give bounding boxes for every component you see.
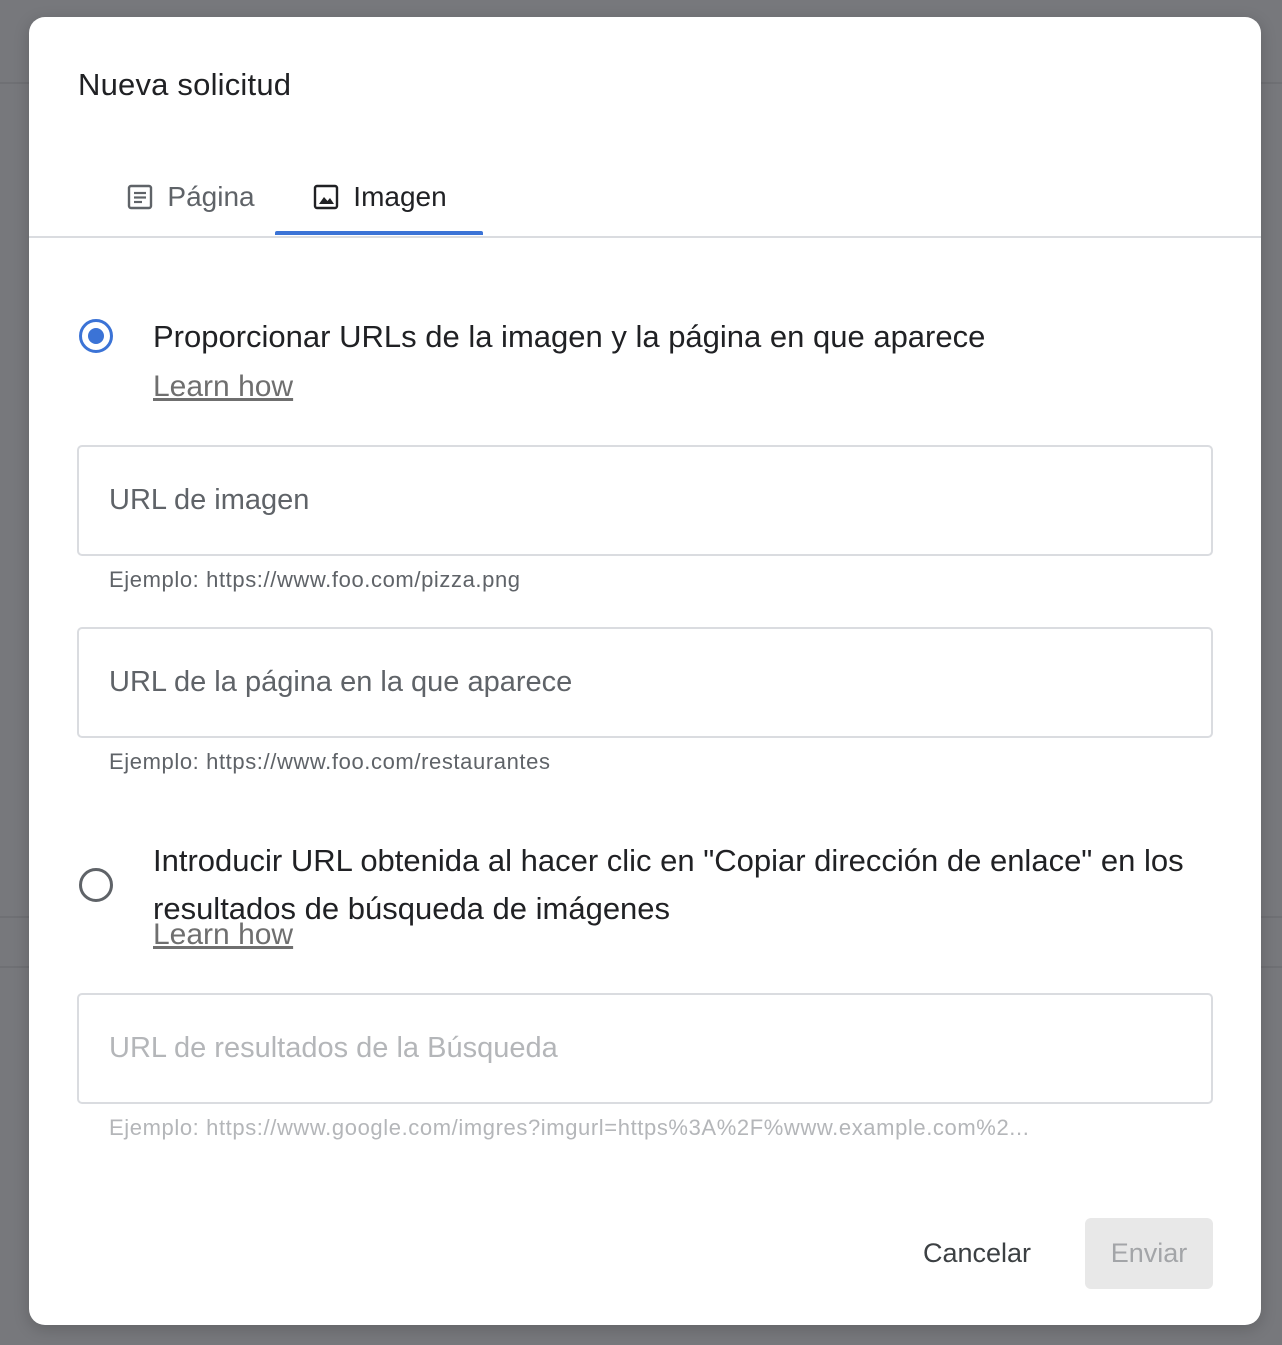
tab-label: Imagen [353,180,447,212]
submit-button[interactable]: Enviar [1085,1218,1213,1289]
radio-search-url[interactable] [79,868,113,902]
learn-how-link[interactable]: Learn how [153,918,293,952]
background-divider [0,82,30,84]
learn-how-link[interactable]: Learn how [153,370,293,404]
background-divider [1260,966,1282,968]
new-request-dialog: Nueva solicitud Página Imagen Proporcion… [29,17,1261,1325]
radio-provide-urls[interactable] [79,319,113,353]
background-divider [1260,82,1282,84]
background-divider [0,966,30,968]
background-divider [0,916,30,918]
tab-page[interactable]: Página [85,157,295,236]
dialog-title: Nueva solicitud [78,67,292,102]
page-url-input[interactable] [109,629,1179,736]
tab-label: Página [167,180,255,212]
image-url-field[interactable] [77,445,1213,556]
search-url-hint: Ejemplo: https://www.google.com/imgres?i… [109,1115,1030,1140]
background-divider [1260,916,1282,918]
option-provide-urls-label: Proporcionar URLs de la imagen y la pági… [153,319,986,354]
image-icon [311,182,341,212]
tab-image[interactable]: Imagen [275,157,483,236]
option-search-url-label: Introducir URL obtenida al hacer clic en… [153,843,1184,926]
tab-bar: Página Imagen [29,157,1261,238]
image-url-hint: Ejemplo: https://www.foo.com/pizza.png [109,567,521,592]
search-url-field[interactable] [77,993,1213,1104]
search-url-input[interactable] [109,995,1179,1102]
image-url-input[interactable] [109,447,1179,554]
page-url-hint: Ejemplo: https://www.foo.com/restaurante… [109,749,551,774]
page-url-field[interactable] [77,627,1213,738]
cancel-button[interactable]: Cancelar [897,1218,1057,1289]
document-icon [125,182,155,212]
active-tab-indicator [275,231,483,235]
